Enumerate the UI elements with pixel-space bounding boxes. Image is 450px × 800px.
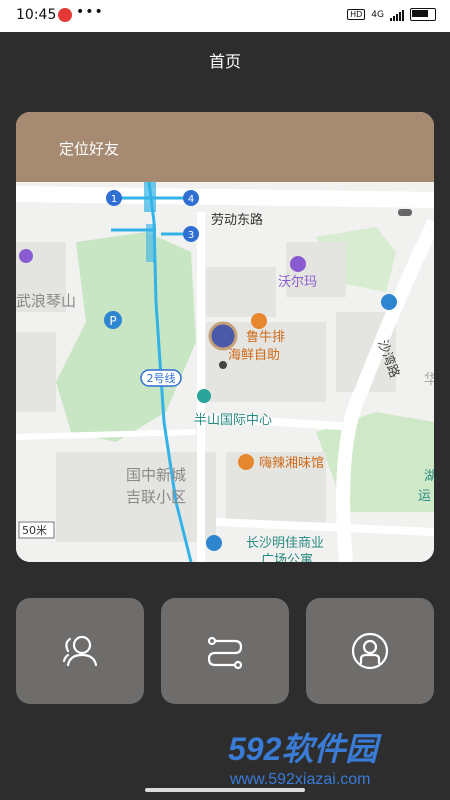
- watermark-logo: 592软件园 www.592xiazai.com: [228, 731, 382, 788]
- label-hua: 华: [424, 372, 434, 388]
- exit-1-label: 1: [111, 194, 117, 205]
- card-header-label: 定位好友: [59, 140, 120, 158]
- more-notifications: •••: [76, 4, 104, 20]
- area-guozhong: 国中新城: [126, 466, 186, 484]
- user-location-dot: [219, 361, 227, 369]
- watermark-brand: 592软件园: [228, 731, 382, 767]
- map-scale-label: 50米: [22, 524, 47, 537]
- battery-icon: [410, 8, 436, 21]
- poi-walmart: 沃尔玛: [278, 275, 317, 290]
- metro-exit-3: 3: [183, 226, 199, 242]
- poi-wulang: 武浪琴山: [16, 292, 76, 310]
- restaurant-icon: [251, 313, 267, 329]
- exit-4-label: 4: [188, 194, 194, 205]
- metro-line-label: 2号线: [147, 371, 176, 385]
- building-block: [206, 267, 276, 317]
- bus-stop-icon: [206, 535, 222, 551]
- poi-hala: 嗨辣湘味馆: [259, 456, 324, 471]
- profile-button[interactable]: [306, 598, 434, 704]
- road-label-laodong: 劳动东路: [211, 212, 263, 227]
- poi-lu-niupai: 鲁牛排: [246, 330, 285, 345]
- status-indicators: HD 4G: [347, 8, 436, 21]
- user-location-avatar: [208, 321, 238, 351]
- poi-banshan: 半山国际中心: [194, 413, 272, 428]
- traffic-light-icon: [398, 209, 412, 216]
- network-label: 4G: [371, 9, 384, 20]
- poi-haixian: 海鲜自助: [228, 348, 280, 363]
- restaurant-icon-2: [238, 454, 254, 470]
- route-icon: [207, 636, 243, 670]
- friends-button[interactable]: [16, 598, 144, 704]
- parking-letter: P: [109, 314, 116, 328]
- locate-friends-card: 定位好友 1 4 3 劳动东路 沃尔玛 武浪琴山 P 沙湾路 鲁牛排 海鲜自助 …: [16, 112, 434, 562]
- profile-icon: [351, 632, 389, 670]
- exit-3-label: 3: [188, 230, 194, 241]
- building-block: [16, 332, 56, 412]
- poi-mingjia: 长沙明佳商业: [246, 536, 324, 551]
- metro-exit-1: 1: [106, 190, 122, 206]
- watermark-url: www.592xiazai.com: [229, 771, 371, 788]
- label-hu: 湖: [424, 469, 434, 484]
- friends-icon: [62, 635, 98, 667]
- poi-teal-icon: [197, 389, 211, 403]
- label-yun: 运: [418, 489, 431, 504]
- poi-purple-icon: [19, 249, 33, 263]
- map-view[interactable]: 1 4 3 劳动东路 沃尔玛 武浪琴山 P 沙湾路 鲁牛排 海鲜自助 2号线 半…: [16, 182, 434, 562]
- status-bar: 10:45 ••• HD 4G: [0, 0, 450, 32]
- poi-icon-blue: [381, 294, 397, 310]
- status-time: 10:45: [16, 7, 57, 23]
- walmart-icon: [290, 256, 306, 272]
- notification-icon: [58, 8, 72, 22]
- road-laodong: [16, 186, 434, 208]
- area-jilian: 吉联小区: [126, 488, 186, 506]
- page-title: 首页: [208, 52, 241, 71]
- home-indicator: [145, 788, 305, 792]
- signal-icon: [390, 9, 404, 21]
- hd-badge: HD: [347, 9, 366, 20]
- metro-exit-4: 4: [183, 190, 199, 206]
- poi-mingjia-2: 广场公寓: [261, 552, 313, 562]
- route-button[interactable]: [161, 598, 289, 704]
- card-header[interactable]: 定位好友: [16, 112, 434, 182]
